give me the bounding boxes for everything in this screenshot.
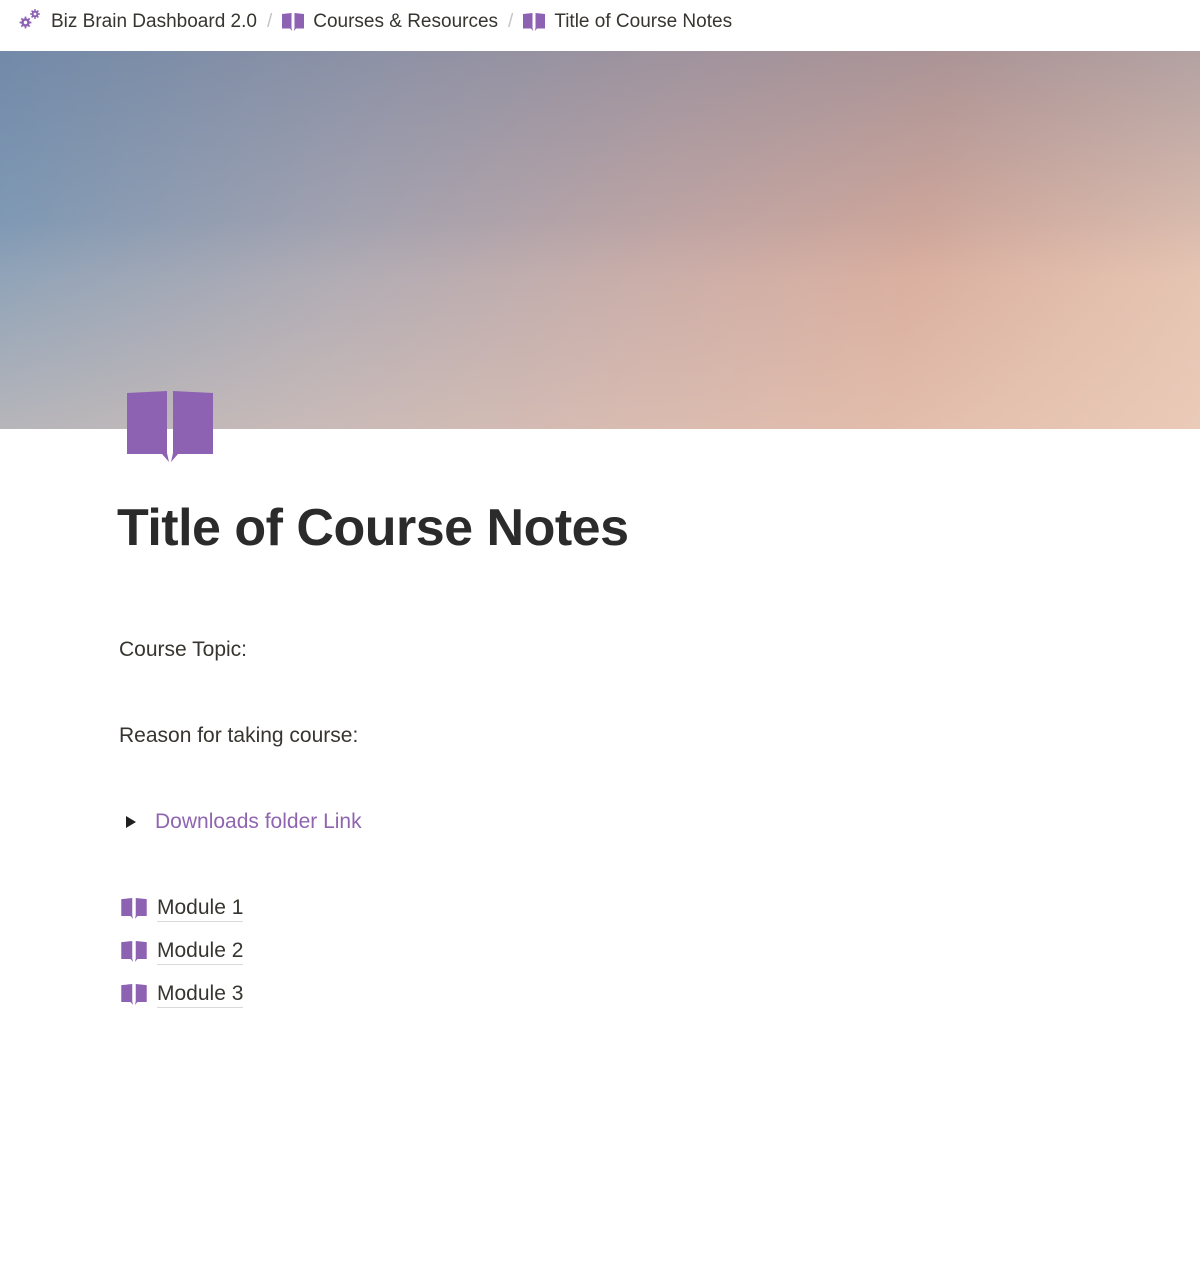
- toggle-arrow-icon[interactable]: [126, 816, 136, 828]
- breadcrumb-label: Biz Brain Dashboard 2.0: [51, 11, 257, 32]
- reason-text: Reason for taking course:: [119, 724, 359, 747]
- book-icon: [121, 898, 147, 920]
- module-3-link[interactable]: Module 3: [121, 982, 244, 1008]
- module-1-link[interactable]: Module 1: [121, 896, 244, 922]
- module-label: Module 2: [157, 939, 244, 965]
- downloads-folder-link[interactable]: Downloads folder Link: [155, 810, 362, 834]
- book-icon[interactable]: [126, 391, 214, 468]
- book-icon: [121, 941, 147, 963]
- cover-image[interactable]: [0, 51, 1200, 429]
- page-title: Title of Course Notes: [117, 499, 629, 557]
- downloads-toggle: Downloads folder Link: [117, 810, 362, 834]
- breadcrumb-item-dashboard[interactable]: Biz Brain Dashboard 2.0: [14, 5, 261, 39]
- book-icon: [282, 12, 305, 32]
- module-label: Module 1: [157, 896, 244, 922]
- breadcrumb-label: Courses & Resources: [313, 11, 499, 32]
- module-label: Module 3: [157, 982, 244, 1008]
- book-icon: [121, 984, 147, 1006]
- breadcrumb-separator: /: [266, 11, 273, 32]
- book-icon: [523, 12, 546, 32]
- course-topic-text: Course Topic:: [119, 638, 248, 661]
- breadcrumb-separator: /: [508, 11, 514, 32]
- breadcrumb-item-courses[interactable]: Courses & Resources: [278, 9, 502, 35]
- gears-icon: [18, 7, 42, 37]
- module-2-link[interactable]: Module 2: [121, 939, 244, 965]
- breadcrumb-label: Title of Course Notes: [554, 11, 733, 32]
- breadcrumb: Biz Brain Dashboard 2.0 / Courses & Reso…: [0, 0, 1200, 44]
- breadcrumb-item-current-page[interactable]: Title of Course Notes: [519, 9, 736, 35]
